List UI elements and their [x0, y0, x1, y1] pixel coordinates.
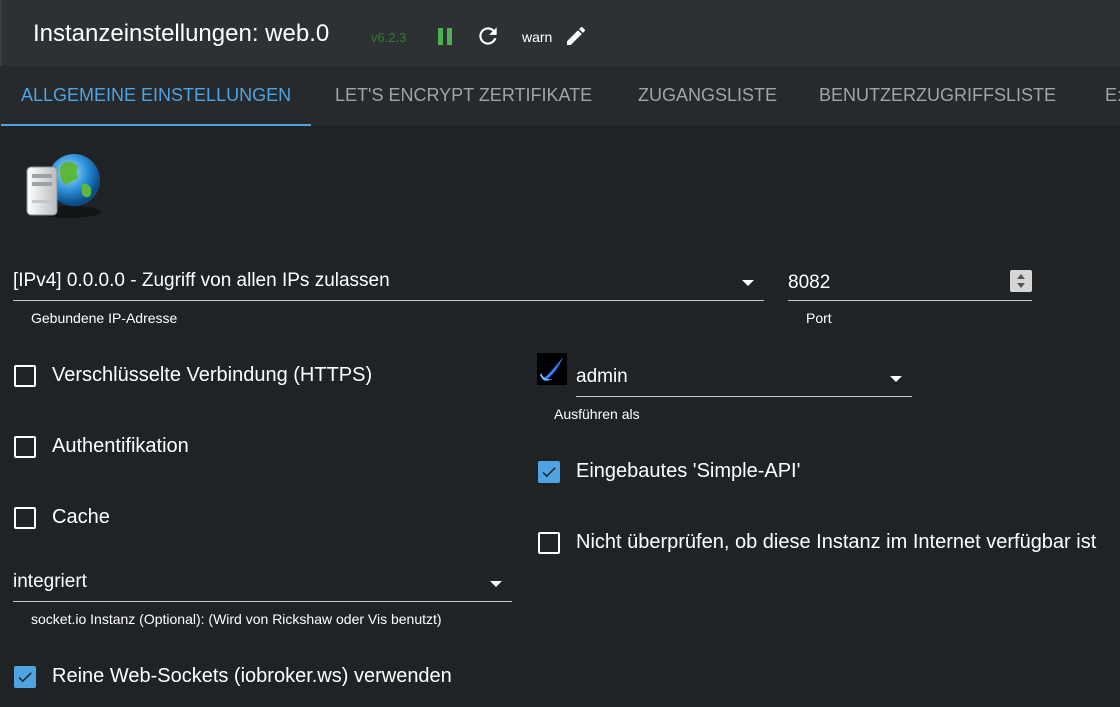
no-check-checkbox-row[interactable]: Nicht überprüfen, ob diese Instanz im In…	[538, 531, 1096, 554]
run-as-helper: Ausführen als	[554, 406, 640, 422]
dropdown-caret-icon	[490, 581, 502, 587]
port-input[interactable]	[788, 272, 988, 294]
simple-api-checkbox[interactable]	[538, 460, 560, 483]
run-as-value: admin	[576, 366, 628, 387]
no-check-checkbox[interactable]	[538, 531, 560, 554]
https-checkbox-row[interactable]: Verschlüsselte Verbindung (HTTPS)	[14, 364, 372, 387]
auth-checkbox-row[interactable]: Authentifikation	[14, 435, 189, 458]
settings-tabs: ALLGEMEINE EINSTELLUNGEN LET'S ENCRYPT Z…	[0, 66, 1120, 126]
pure-ws-checkbox[interactable]	[14, 665, 36, 688]
reload-button[interactable]	[475, 23, 501, 49]
run-as-select[interactable]: admin	[576, 356, 912, 397]
tab-extensions[interactable]: E:	[1085, 66, 1120, 126]
socketio-select[interactable]: integriert	[13, 563, 512, 602]
loglevel-label[interactable]: warn	[522, 29, 552, 45]
port-stepper[interactable]	[1010, 270, 1032, 292]
dropdown-caret-icon	[890, 376, 902, 382]
web-server-globe-icon	[26, 154, 101, 218]
bind-ip-helper: Gebundene IP-Adresse	[31, 310, 178, 326]
socketio-value: integriert	[13, 571, 87, 592]
port-field[interactable]	[788, 262, 1032, 301]
dialog-header: Instanzeinstellungen: web.0 v6.2.3 warn	[0, 0, 1120, 66]
cache-label: Cache	[52, 506, 110, 528]
socketio-helper: socket.io Instanz (Optional): (Wird von …	[31, 611, 442, 627]
bind-ip-value: [IPv4] 0.0.0.0 - Zugriff von allen IPs z…	[13, 270, 390, 291]
tab-general-settings[interactable]: ALLGEMEINE EINSTELLUNGEN	[1, 66, 312, 126]
pure-ws-label: Reine Web-Sockets (iobroker.ws) verwende…	[52, 665, 452, 687]
check-icon	[542, 466, 556, 477]
no-check-label: Nicht überprüfen, ob diese Instanz im In…	[576, 531, 1097, 553]
tab-access-list[interactable]: ZUGANGSLISTE	[618, 66, 797, 126]
cache-checkbox-row[interactable]: Cache	[14, 506, 110, 529]
version-label: v6.2.3	[371, 30, 407, 45]
dropdown-caret-icon	[742, 280, 754, 286]
https-checkbox[interactable]	[14, 364, 36, 387]
tab-letsencrypt[interactable]: LET'S ENCRYPT ZERTIFIKATE	[315, 66, 612, 126]
tab-user-access-list[interactable]: BENUTZERZUGRIFFSLISTE	[799, 66, 1076, 126]
reload-icon	[479, 27, 497, 45]
check-icon	[18, 671, 32, 682]
pause-button[interactable]	[433, 24, 457, 48]
https-label: Verschlüsselte Verbindung (HTTPS)	[52, 364, 373, 386]
simple-api-checkbox-row[interactable]: Eingebautes 'Simple-API'	[538, 460, 800, 483]
simple-api-label: Eingebautes 'Simple-API'	[576, 460, 801, 482]
auth-checkbox[interactable]	[14, 435, 36, 458]
auth-label: Authentifikation	[52, 435, 189, 457]
bind-ip-select[interactable]: [IPv4] 0.0.0.0 - Zugriff von allen IPs z…	[13, 262, 764, 301]
edit-loglevel-button[interactable]	[564, 24, 588, 48]
cache-checkbox[interactable]	[14, 506, 36, 529]
pure-ws-checkbox-row[interactable]: Reine Web-Sockets (iobroker.ws) verwende…	[14, 665, 452, 688]
pause-icon	[438, 27, 443, 45]
port-helper: Port	[806, 310, 832, 326]
dialog-title: Instanzeinstellungen: web.0	[33, 20, 330, 47]
edit-pencil-icon	[567, 26, 586, 45]
user-avatar-icon	[537, 353, 567, 385]
